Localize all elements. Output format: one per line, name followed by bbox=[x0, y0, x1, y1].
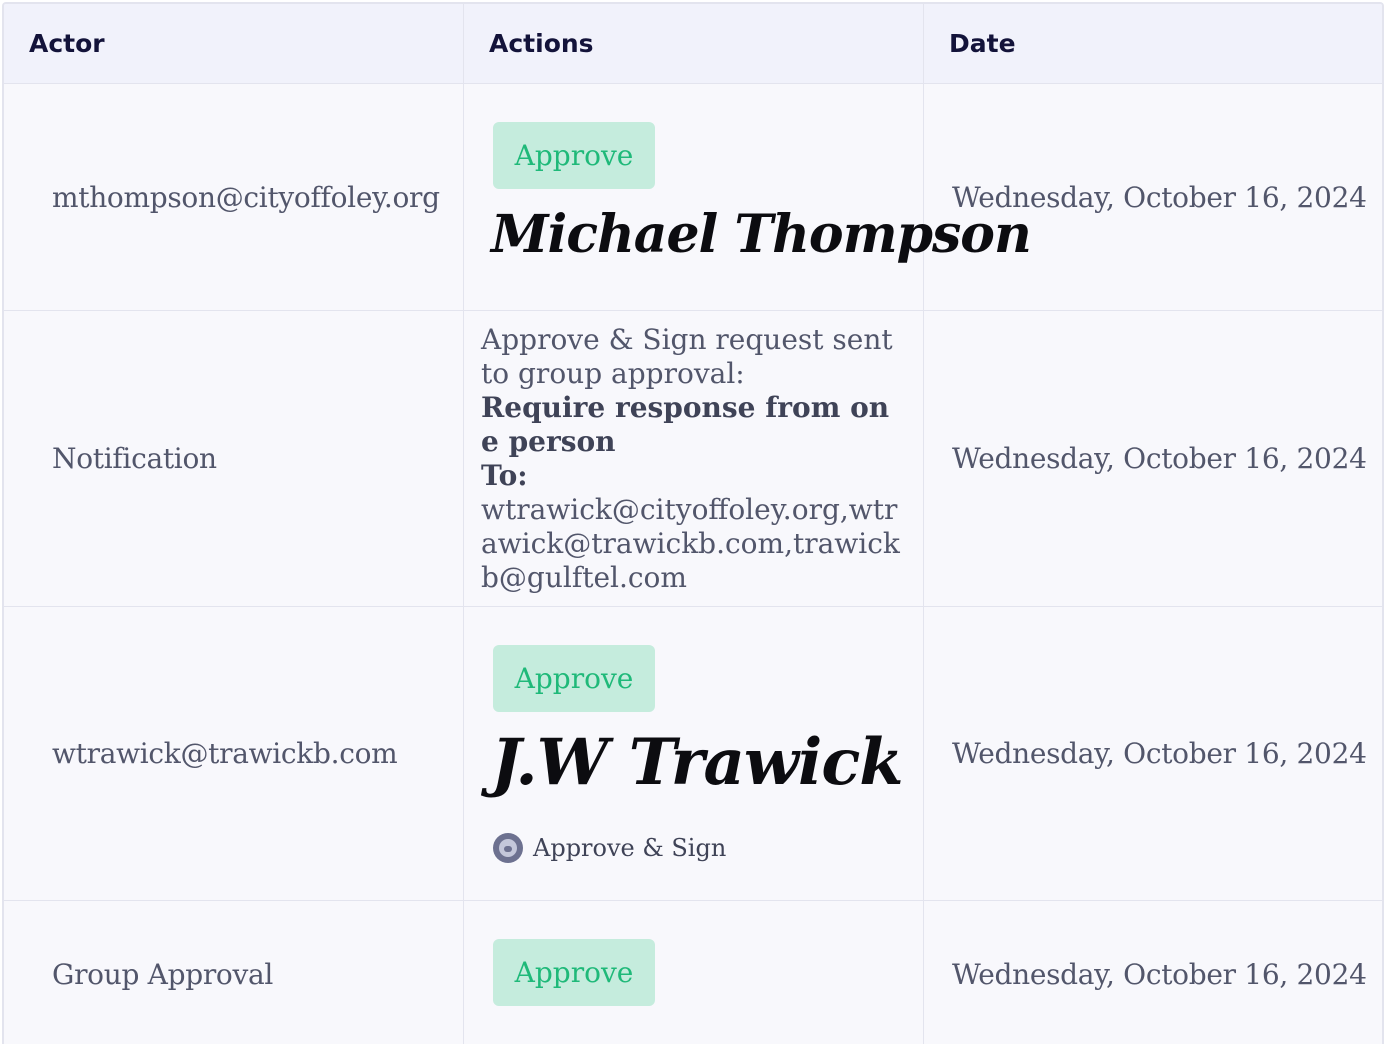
table-row: Notification Approve & Sign request sent… bbox=[4, 311, 1382, 607]
notification-recipients: wtrawick@cityoffoley.org,wtrawick@trawic… bbox=[481, 493, 900, 594]
notification-message: Approve & Sign request sent to group app… bbox=[481, 323, 906, 595]
date-cell: Wednesday, October 16, 2024 bbox=[952, 958, 1367, 991]
column-header-date[interactable]: Date bbox=[924, 4, 1382, 83]
table-row: wtrawick@trawickb.com Approve J.W Trawic… bbox=[4, 607, 1382, 901]
actor-cell: Group Approval bbox=[4, 901, 464, 1044]
actions-cell: Approve Michael Thompson bbox=[464, 84, 1032, 310]
table-header: Actor Actions Date bbox=[4, 4, 1382, 84]
notification-requirement: Require response from one person bbox=[481, 391, 890, 458]
column-header-actor[interactable]: Actor bbox=[4, 4, 464, 83]
activity-table: Actor Actions Date mthompson@cityoffoley… bbox=[2, 2, 1384, 1044]
notification-text: Approve & Sign request sent to group app… bbox=[481, 323, 893, 390]
notification-to-label: To: bbox=[481, 459, 528, 492]
date-cell: Wednesday, October 16, 2024 bbox=[952, 737, 1367, 770]
approve-badge: Approve bbox=[493, 122, 655, 189]
actions-cell: Approve J.W Trawick Approve & Sign bbox=[464, 607, 924, 900]
approve-sign-label: Approve & Sign bbox=[533, 834, 727, 862]
date-cell: Wednesday, October 16, 2024 bbox=[952, 180, 1367, 214]
date-cell: Wednesday, October 16, 2024 bbox=[952, 442, 1367, 475]
actor-cell: Notification bbox=[4, 311, 464, 606]
actions-cell: Approve bbox=[464, 901, 924, 1044]
column-header-actions[interactable]: Actions bbox=[464, 4, 924, 83]
actions-cell: Approve & Sign request sent to group app… bbox=[464, 311, 924, 606]
approve-badge: Approve bbox=[493, 939, 655, 1006]
approve-sign-tag: Approve & Sign bbox=[493, 833, 726, 863]
approve-badge: Approve bbox=[493, 645, 655, 712]
table-row: Group Approval Approve Wednesday, Octobe… bbox=[4, 901, 1382, 1044]
actor-cell: mthompson@cityoffoley.org bbox=[4, 84, 464, 310]
actor-cell: wtrawick@trawickb.com bbox=[4, 607, 464, 900]
table-row: mthompson@cityoffoley.org Approve Michae… bbox=[4, 84, 1382, 311]
user-avatar-icon bbox=[493, 833, 523, 863]
signature-image: J.W Trawick bbox=[491, 725, 904, 800]
